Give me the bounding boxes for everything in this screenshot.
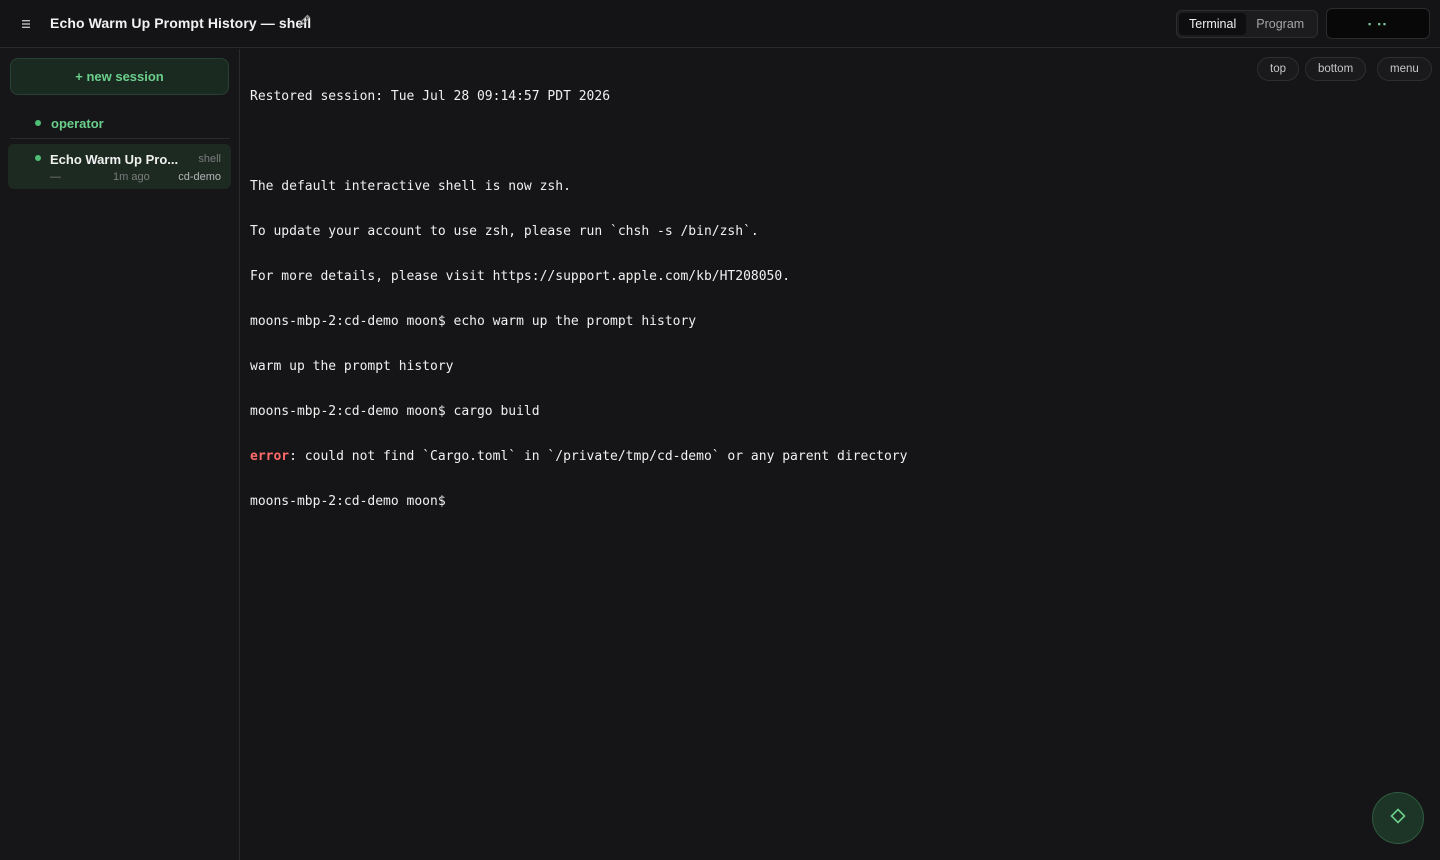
terminal-error-line: error: could not find `Cargo.toml` in `/… (250, 449, 1250, 464)
terminal-pane[interactable]: Restored session: Tue Jul 28 09:14:57 PD… (241, 49, 1440, 860)
view-mode-toggle: Terminal Program (1176, 10, 1318, 38)
session-dash: — (50, 171, 61, 183)
sidebar-item-operator[interactable]: operator (10, 111, 230, 135)
status-indicator[interactable]: ▪ ▪▪ (1326, 8, 1430, 39)
new-session-button[interactable]: + new session (10, 58, 229, 95)
terminal-line: Restored session: Tue Jul 28 09:14:57 PD… (250, 89, 611, 104)
scroll-top-button[interactable]: top (1257, 57, 1299, 81)
top-bar: Echo Warm Up Prompt History — shell Term… (0, 0, 1440, 48)
session-time: 1m ago (113, 171, 150, 183)
diamond-icon (1390, 807, 1406, 829)
terminal-line: warm up the prompt history (250, 359, 454, 374)
session-title: Echo Warm Up Prompt History — shell (50, 15, 312, 31)
terminal-line: To update your account to use zsh, pleas… (250, 224, 759, 239)
tab-terminal[interactable]: Terminal (1179, 13, 1247, 35)
sidebar-divider (10, 138, 230, 139)
session-directory: cd-demo (178, 171, 221, 183)
sidebar: + new session operator Echo Warm Up Pro.… (0, 49, 240, 860)
operator-label: operator (51, 115, 104, 131)
floating-action-button[interactable] (1372, 792, 1424, 844)
session-kind: shell (198, 153, 221, 165)
scroll-bottom-button[interactable]: bottom (1305, 57, 1367, 81)
status-dot-icon (35, 120, 41, 126)
session-item[interactable]: Echo Warm Up Pro... shell — 1m ago cd-de… (8, 144, 231, 189)
app-window: Echo Warm Up Prompt History — shell Term… (0, 0, 1440, 860)
tab-program[interactable]: Program (1246, 13, 1314, 35)
terminal-line: moons-mbp-2:cd-demo moon$ cargo build (250, 404, 540, 419)
session-name: Echo Warm Up Pro... (50, 152, 179, 167)
terminal-line: The default interactive shell is now zsh… (250, 179, 571, 194)
status-dot-icon (35, 155, 41, 161)
terminal-line: moons-mbp-2:cd-demo moon$ echo warm up t… (250, 314, 697, 329)
terminal-menu-button[interactable]: menu (1377, 57, 1432, 81)
error-message: : could not find `Cargo.toml` in `/priva… (289, 449, 908, 464)
terminal-output[interactable]: Restored session: Tue Jul 28 09:14:57 PD… (250, 59, 1250, 539)
terminal-prompt-line: moons-mbp-2:cd-demo moon$ (250, 494, 454, 509)
hamburger-icon[interactable] (14, 12, 38, 36)
terminal-line: For more details, please visit https://s… (250, 269, 791, 284)
error-label: error (250, 449, 290, 464)
pencil-icon[interactable] (298, 13, 316, 31)
